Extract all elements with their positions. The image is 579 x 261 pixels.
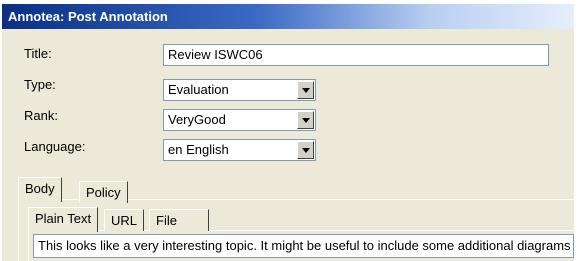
chevron-down-icon: [302, 88, 310, 93]
chevron-down-icon: [302, 118, 310, 123]
language-dropdown-button[interactable]: [297, 141, 314, 159]
title-input[interactable]: Review ISWC06: [163, 44, 549, 66]
type-dropdown[interactable]: Evaluation: [163, 79, 316, 101]
rank-label: Rank:: [24, 108, 58, 123]
rank-value: VeryGood: [168, 112, 226, 127]
tab-file[interactable]: File: [149, 209, 209, 231]
language-value: en English: [168, 142, 229, 157]
rank-dropdown-button[interactable]: [297, 111, 314, 129]
tab-plain-text[interactable]: Plain Text: [28, 207, 99, 232]
type-label: Type:: [24, 77, 56, 92]
tab-url[interactable]: URL: [104, 209, 145, 231]
type-value: Evaluation: [168, 82, 229, 97]
tab-body[interactable]: Body: [18, 177, 62, 202]
tab-policy[interactable]: Policy: [79, 181, 128, 203]
window-titlebar[interactable]: Annotea: Post Annotation: [2, 4, 574, 29]
title-label: Title:: [24, 46, 52, 61]
language-label: Language:: [24, 139, 86, 154]
body-textarea[interactable]: This looks like a very interesting topic…: [33, 234, 574, 258]
window-title: Annotea: Post Annotation: [8, 9, 168, 24]
annotation-window: Annotea: Post Annotation Title: Review I…: [0, 0, 579, 261]
type-dropdown-button[interactable]: [297, 81, 314, 99]
rank-dropdown[interactable]: VeryGood: [163, 109, 316, 131]
chevron-down-icon: [302, 148, 310, 153]
language-dropdown[interactable]: en English: [163, 139, 316, 161]
